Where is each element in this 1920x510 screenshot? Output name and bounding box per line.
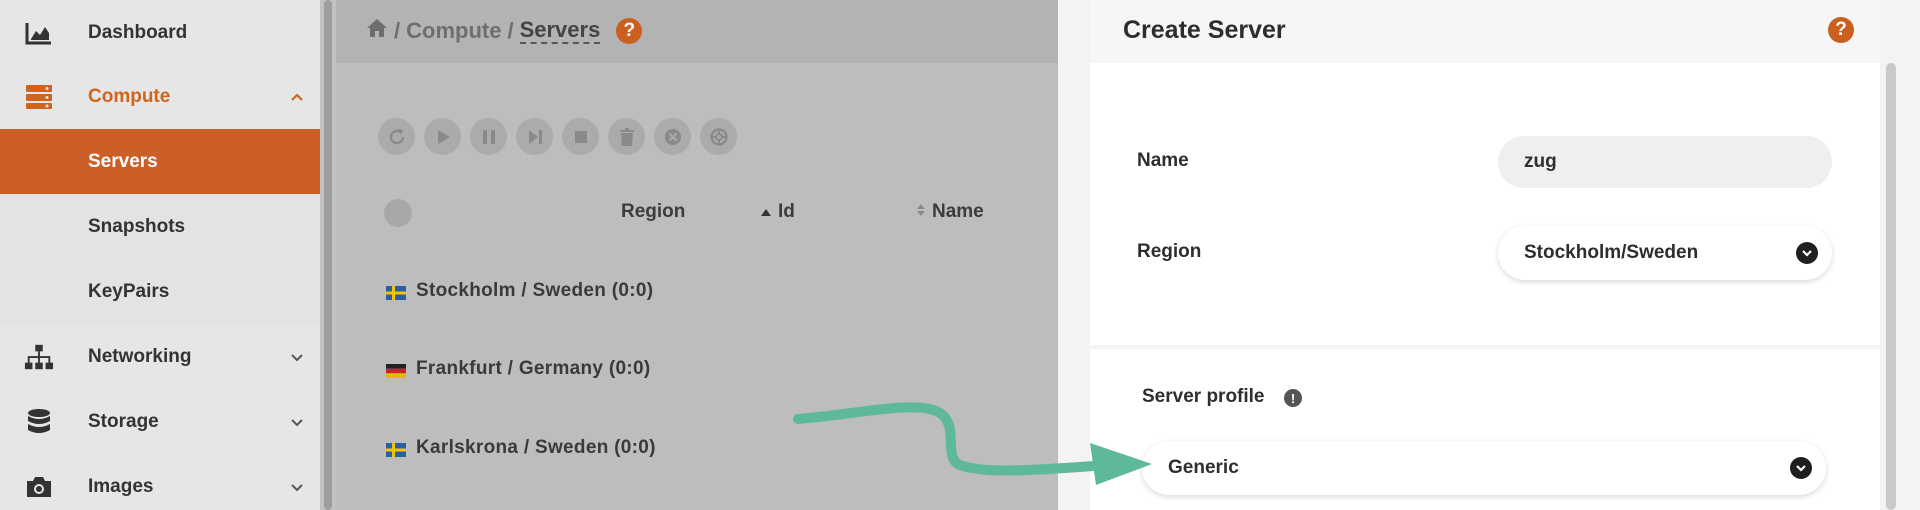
breadcrumb-separator: / bbox=[394, 18, 401, 44]
breadcrumb-separator: / bbox=[507, 18, 514, 44]
refresh-button[interactable] bbox=[378, 118, 415, 155]
chevron-up-icon bbox=[288, 88, 306, 106]
breadcrumb: / Compute / Servers ? bbox=[366, 17, 643, 45]
name-label: Name bbox=[1137, 150, 1189, 171]
chart-icon bbox=[24, 18, 54, 48]
table-header: Region Id Name bbox=[336, 195, 1058, 229]
server-profile-card: Server profile ! Generic bbox=[1090, 349, 1880, 510]
help-icon[interactable]: ? bbox=[1828, 17, 1854, 43]
chevron-down-icon bbox=[1796, 242, 1818, 264]
select-all-checkbox[interactable] bbox=[384, 199, 412, 227]
sidebar-item-networking[interactable]: Networking bbox=[0, 324, 320, 389]
panel-header: Create Server ? bbox=[1090, 0, 1880, 63]
chevron-down-icon bbox=[288, 478, 306, 496]
germany-flag-icon bbox=[386, 362, 406, 378]
table-row[interactable]: Frankfurt / Germany (0:0) bbox=[386, 358, 651, 380]
stop-button[interactable] bbox=[562, 118, 599, 155]
home-icon[interactable] bbox=[366, 18, 388, 44]
server-profile-select-value: Generic bbox=[1168, 457, 1239, 478]
sidebar-item-storage[interactable]: Storage bbox=[0, 389, 320, 454]
basic-settings-card: Name zug Region Stockholm/Sweden bbox=[1090, 63, 1880, 345]
sort-asc-icon bbox=[760, 201, 772, 223]
sort-icon bbox=[916, 201, 926, 223]
column-name[interactable]: Name bbox=[916, 201, 984, 223]
breadcrumb-current[interactable]: Servers bbox=[519, 17, 601, 45]
help-icon[interactable]: ? bbox=[616, 18, 643, 45]
panel-title: Create Server bbox=[1123, 16, 1286, 44]
camera-icon bbox=[24, 472, 54, 502]
rescue-icon[interactable] bbox=[700, 118, 737, 155]
network-icon bbox=[24, 342, 54, 372]
region-select[interactable]: Stockholm/Sweden bbox=[1498, 226, 1832, 280]
play-button[interactable] bbox=[424, 118, 461, 155]
server-profile-select[interactable]: Generic bbox=[1142, 441, 1826, 495]
sidebar-item-dashboard[interactable]: Dashboard bbox=[0, 0, 320, 65]
column-region[interactable]: Region bbox=[621, 201, 685, 223]
name-input[interactable]: zug bbox=[1498, 136, 1832, 188]
chevron-down-icon bbox=[288, 348, 306, 366]
chevron-down-icon bbox=[1790, 457, 1812, 479]
cancel-icon[interactable] bbox=[654, 118, 691, 155]
sidebar-item-compute[interactable]: Compute bbox=[0, 64, 320, 129]
info-icon[interactable]: ! bbox=[1284, 389, 1302, 407]
breadcrumb-bar: / Compute / Servers ? bbox=[336, 0, 1058, 63]
panel-scrollbar-thumb[interactable] bbox=[1886, 63, 1896, 510]
sidebar-item-keypairs[interactable]: KeyPairs bbox=[0, 259, 320, 324]
sidebar-item-snapshots[interactable]: Snapshots bbox=[0, 194, 320, 259]
server-stack-icon bbox=[24, 82, 54, 112]
chevron-down-icon bbox=[288, 413, 306, 431]
sidebar-scrollbar[interactable] bbox=[320, 0, 336, 510]
sidebar-item-images[interactable]: Images bbox=[0, 454, 320, 510]
create-server-panel: Create Server ? Name zug Region Stockhol… bbox=[1090, 0, 1880, 510]
annotation-arrow bbox=[793, 402, 1152, 485]
pause-button[interactable] bbox=[470, 118, 507, 155]
region-label: Region bbox=[1137, 241, 1202, 262]
server-toolbar bbox=[378, 118, 737, 155]
breadcrumb-compute[interactable]: Compute bbox=[406, 18, 501, 44]
resume-button[interactable] bbox=[516, 118, 553, 155]
database-icon bbox=[24, 407, 54, 437]
sweden-flag-icon bbox=[386, 441, 406, 457]
region-select-value: Stockholm/Sweden bbox=[1524, 242, 1699, 263]
sidebar-scrollbar-thumb[interactable] bbox=[324, 0, 332, 510]
table-row[interactable]: Stockholm / Sweden (0:0) bbox=[386, 280, 653, 302]
panel-scrollbar[interactable] bbox=[1880, 0, 1920, 510]
sidebar-item-servers[interactable]: Servers bbox=[0, 129, 320, 194]
sidebar: Dashboard Compute Servers Snapshots KeyP… bbox=[0, 0, 320, 510]
table-row[interactable]: Karlskrona / Sweden (0:0) bbox=[386, 437, 656, 459]
column-id[interactable]: Id bbox=[760, 201, 795, 223]
trash-icon[interactable] bbox=[608, 118, 645, 155]
sweden-flag-icon bbox=[386, 284, 406, 300]
